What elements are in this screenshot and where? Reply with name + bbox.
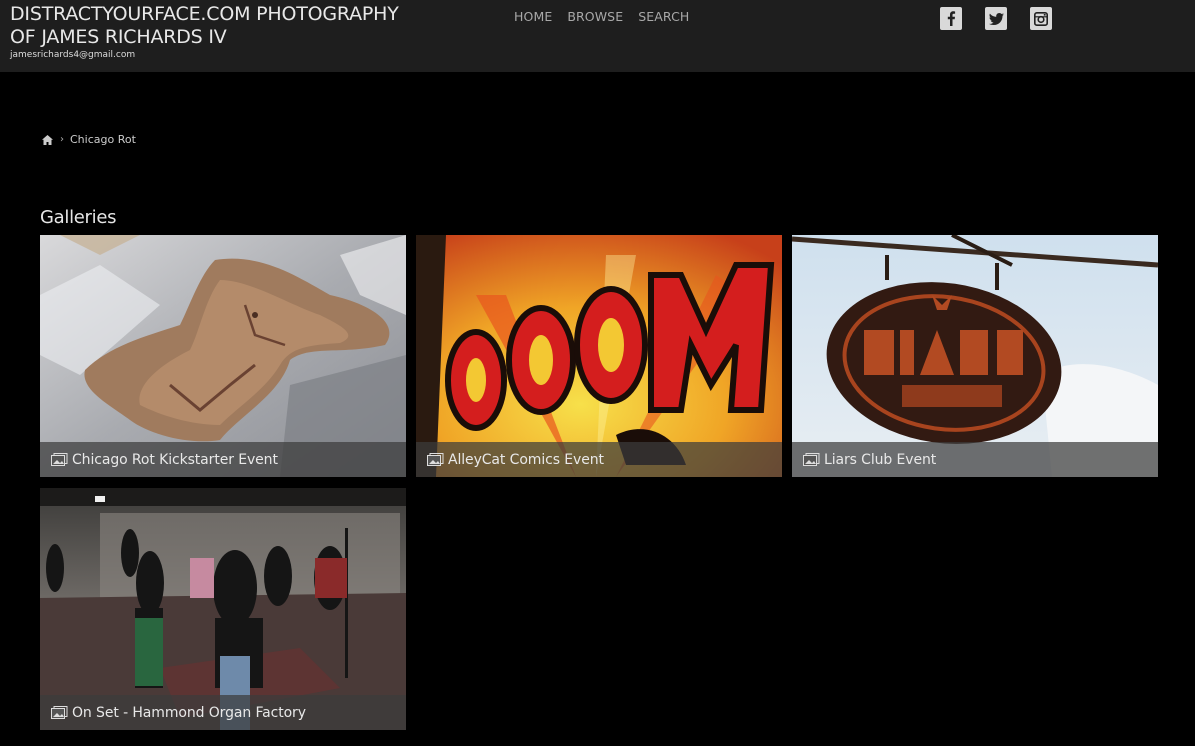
gallery-icon (51, 706, 69, 720)
chevron-right-icon: › (60, 134, 64, 145)
gallery-card[interactable]: Chicago Rot Kickstarter Event (40, 235, 406, 477)
gallery-caption: Liars Club Event (792, 442, 1158, 477)
gallery-title: Chicago Rot Kickstarter Event (72, 451, 278, 468)
nav-search[interactable]: SEARCH (638, 9, 689, 24)
gallery-thumbnail (792, 235, 1158, 477)
gallery-thumbnail (40, 235, 406, 477)
gallery-caption: AlleyCat Comics Event (416, 442, 782, 477)
gallery-thumbnail (416, 235, 782, 477)
instagram-icon[interactable] (1030, 7, 1052, 30)
breadcrumb-current[interactable]: Chicago Rot (70, 133, 136, 146)
social-links (940, 7, 1075, 30)
gallery-card[interactable]: Liars Club Event (792, 235, 1158, 477)
gallery-caption: On Set - Hammond Organ Factory (40, 695, 406, 730)
breadcrumb: › Chicago Rot (42, 133, 136, 146)
gallery-caption: Chicago Rot Kickstarter Event (40, 442, 406, 477)
contact-email[interactable]: jamesrichards4@gmail.com (10, 50, 135, 60)
gallery-icon (803, 453, 821, 467)
gallery-card[interactable]: AlleyCat Comics Event (416, 235, 782, 477)
gallery-icon (51, 453, 69, 467)
nav-browse[interactable]: BROWSE (567, 9, 623, 24)
facebook-icon[interactable] (940, 7, 962, 30)
main-nav: HOME BROWSE SEARCH (514, 9, 704, 24)
section-title: Galleries (40, 207, 117, 228)
home-icon[interactable] (42, 134, 54, 146)
gallery-thumbnail (40, 488, 406, 730)
twitter-icon[interactable] (985, 7, 1007, 30)
gallery-title: AlleyCat Comics Event (448, 451, 604, 468)
site-header: DISTRACTYOURFACE.COM PHOTOGRAPHY OF JAME… (0, 0, 1195, 72)
nav-home[interactable]: HOME (514, 9, 552, 24)
gallery-title: On Set - Hammond Organ Factory (72, 704, 306, 721)
gallery-icon (427, 453, 445, 467)
gallery-card[interactable]: On Set - Hammond Organ Factory (40, 488, 406, 730)
gallery-title: Liars Club Event (824, 451, 937, 468)
site-title[interactable]: DISTRACTYOURFACE.COM PHOTOGRAPHY OF JAME… (10, 3, 410, 49)
